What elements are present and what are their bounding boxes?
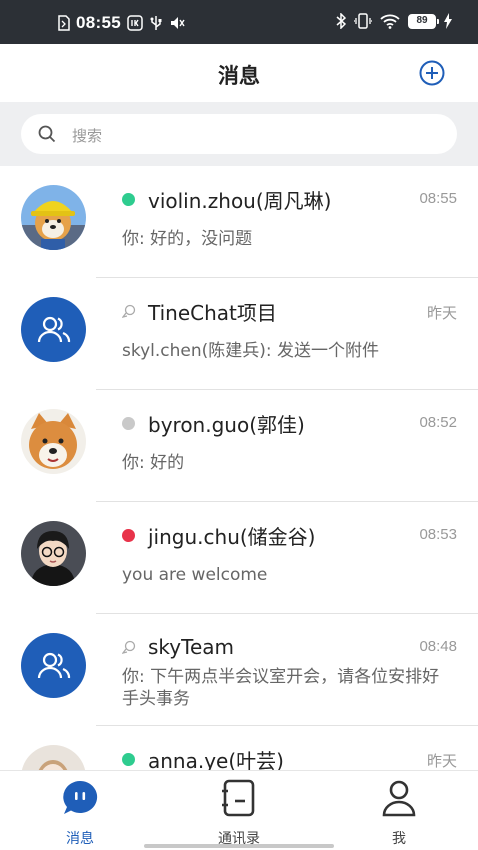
conversation-time: 08:55 xyxy=(419,190,457,207)
add-circle-icon[interactable] xyxy=(419,60,445,86)
status-dot-online xyxy=(122,752,135,766)
conversation-name: jingu.chu(储金谷) xyxy=(148,524,316,549)
avatar-shiba xyxy=(21,409,86,474)
conversation-item[interactable]: jingu.chu(储金谷) 08:53 you are welcome xyxy=(0,502,478,614)
conversation-preview: 你: 下午两点半会议室开会，请各位安排好手头事务 xyxy=(122,667,440,709)
group-icon xyxy=(37,316,70,342)
tab-label: 消息 xyxy=(66,831,94,847)
status-dot-busy xyxy=(122,528,135,542)
conversation-time: 昨天 xyxy=(426,305,457,322)
home-indicator[interactable] xyxy=(144,844,334,848)
sim-card-icon xyxy=(58,15,70,31)
tab-contacts[interactable]: 通讯录 xyxy=(179,771,299,850)
app-header: 消息 xyxy=(0,44,478,102)
conversation-name: skyTeam xyxy=(148,635,234,659)
conversation-name: byron.guo(郭佳) xyxy=(148,412,305,437)
group-avatar xyxy=(21,297,86,362)
search-icon xyxy=(38,125,56,143)
group-chat-icon xyxy=(122,304,136,318)
mute-icon xyxy=(170,17,185,29)
avatar-cartoon-boy xyxy=(21,521,86,586)
chat-bubble-icon xyxy=(63,780,98,814)
status-bar: 08:55 89 xyxy=(0,0,478,44)
tab-messages[interactable]: 消息 xyxy=(20,771,140,850)
tab-me[interactable]: 我 xyxy=(339,771,459,850)
tab-label: 我 xyxy=(392,831,406,847)
group-icon xyxy=(37,652,70,678)
conversation-name: TineChat项目 xyxy=(148,300,277,325)
charging-icon xyxy=(444,13,452,29)
search-input[interactable]: 搜索 xyxy=(21,114,457,154)
conversation-item[interactable]: skyTeam 08:48 你: 下午两点半会议室开会，请各位安排好手头事务 xyxy=(0,614,478,726)
conversation-time: 08:53 xyxy=(419,526,457,543)
conversation-preview: you are welcome xyxy=(122,565,268,585)
bluetooth-icon xyxy=(336,13,346,29)
usb-icon xyxy=(150,16,162,30)
page-title: 消息 xyxy=(218,64,260,88)
search-bar: 搜索 xyxy=(0,102,478,166)
conversation-preview: 你: 好的，没问题 xyxy=(122,229,253,249)
battery-indicator: 89 xyxy=(408,13,439,29)
status-time: 08:55 xyxy=(76,13,121,32)
avatar-shiba-hat xyxy=(21,185,86,250)
group-avatar xyxy=(21,633,86,698)
conversation-preview: skyl.chen(陈建兵): 发送一个附件 xyxy=(122,341,380,361)
status-dot-online xyxy=(122,192,135,206)
conversation-time: 08:48 xyxy=(419,638,457,655)
conversation-preview: 你: 好的 xyxy=(122,453,185,473)
vibrate-icon xyxy=(354,13,372,29)
group-chat-icon xyxy=(122,640,136,654)
person-icon xyxy=(382,780,416,817)
search-placeholder: 搜索 xyxy=(72,127,103,145)
wifi-icon xyxy=(380,14,400,29)
conversation-name: violin.zhou(周凡琳) xyxy=(148,188,332,213)
notification-app-icon xyxy=(127,15,143,31)
status-dot-offline xyxy=(122,416,135,430)
conversation-list: violin.zhou(周凡琳) 08:55 你: 好的，没问题 TineCha… xyxy=(0,166,478,838)
conversation-item[interactable]: violin.zhou(周凡琳) 08:55 你: 好的，没问题 xyxy=(0,166,478,278)
contacts-icon xyxy=(222,779,255,817)
conversation-time: 08:52 xyxy=(419,414,457,431)
conversation-item[interactable]: TineChat项目 昨天 skyl.chen(陈建兵): 发送一个附件 xyxy=(0,278,478,390)
conversation-time: 昨天 xyxy=(426,753,457,770)
bottom-tab-bar: 消息 通讯录 我 xyxy=(0,770,478,850)
conversation-item[interactable]: byron.guo(郭佳) 08:52 你: 好的 xyxy=(0,390,478,502)
